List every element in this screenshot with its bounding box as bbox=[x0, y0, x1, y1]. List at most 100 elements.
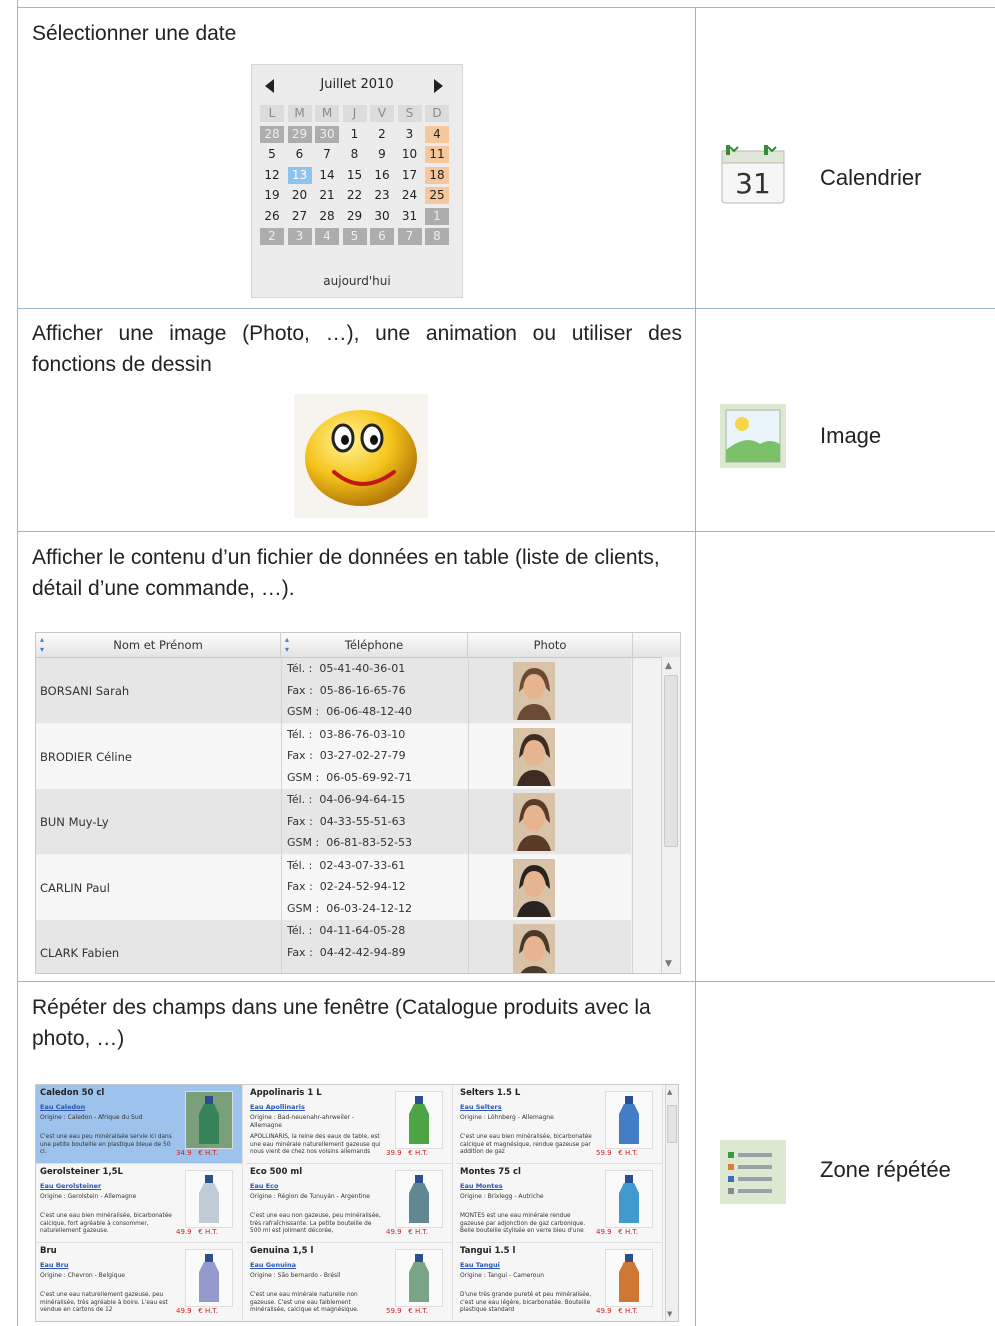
product-card[interactable]: Selters 1.5 L Eau Selters Origine : Löhnbe… bbox=[456, 1085, 663, 1164]
calendar-day[interactable]: 5 bbox=[342, 228, 367, 245]
calendar-day[interactable]: 29 bbox=[343, 208, 367, 225]
calendar-day[interactable]: 17 bbox=[398, 167, 422, 184]
product-brand-link[interactable]: Eau Tangui bbox=[460, 1261, 500, 1269]
column-header-photo[interactable]: Photo bbox=[468, 633, 633, 658]
calendar-day[interactable]: 9 bbox=[370, 146, 394, 163]
calendar-day[interactable]: 5 bbox=[260, 146, 284, 163]
calendar-day[interactable]: 1 bbox=[425, 207, 449, 225]
column-header-phone[interactable]: ▴ ▾ Téléphone bbox=[281, 633, 468, 658]
calendar-day[interactable]: 23 bbox=[370, 187, 394, 204]
calendar-day[interactable]: 11 bbox=[425, 146, 449, 163]
product-brand-link[interactable]: Eau Gerolsteiner bbox=[40, 1182, 101, 1190]
scroll-up-icon[interactable]: ▲ bbox=[665, 661, 672, 671]
calendar-day[interactable]: 30 bbox=[315, 125, 339, 143]
product-card[interactable]: Bru Eau Bru Origine : Chevron - Belgique C'… bbox=[36, 1243, 243, 1321]
customer-table: ▴ ▾ Nom et Prénom ▴ ▾ Téléphone Photo BORS… bbox=[35, 632, 681, 974]
calendar-day[interactable]: 29 bbox=[287, 125, 312, 143]
scroll-down-icon[interactable]: ▼ bbox=[665, 959, 672, 969]
product-brand-link[interactable]: Eau Selters bbox=[460, 1103, 502, 1111]
column-separator bbox=[632, 657, 633, 973]
sort-icon[interactable]: ▴ ▾ bbox=[40, 635, 44, 655]
calendar-day[interactable]: 30 bbox=[370, 208, 394, 225]
calendar-day[interactable]: 22 bbox=[343, 187, 367, 204]
today-button[interactable]: aujourd'hui bbox=[252, 274, 462, 288]
calendar-day[interactable]: 13 bbox=[287, 166, 312, 184]
product-description: D'une très grande pureté et peu minérali… bbox=[460, 1292, 592, 1313]
calendar-day[interactable]: 1 bbox=[343, 126, 367, 143]
column-header-name[interactable]: ▴ ▾ Nom et Prénom bbox=[36, 633, 281, 658]
next-month-icon[interactable] bbox=[434, 79, 443, 93]
calendar-icon-day: 31 bbox=[735, 167, 771, 200]
table-row[interactable]: CLARK Fabien Tél. : 04-11-64-05-28 Fax : 0… bbox=[36, 920, 631, 973]
calendar-day[interactable]: 10 bbox=[398, 146, 422, 163]
product-description: C'est une eau non gazeuse, peu minéralis… bbox=[250, 1213, 381, 1234]
calendar-day[interactable]: 20 bbox=[288, 187, 312, 204]
product-card[interactable]: Montes 75 cl Eau Montes Origine : Brixlegg… bbox=[456, 1164, 663, 1243]
product-card[interactable]: Caledon 50 cl Eau Caledon Origine : Caledo… bbox=[36, 1085, 243, 1164]
calendar-day[interactable]: 7 bbox=[315, 146, 339, 163]
calendar-day[interactable]: 4 bbox=[315, 228, 339, 245]
calendar-day[interactable]: 3 bbox=[398, 126, 422, 143]
calendar-day[interactable]: 19 bbox=[260, 187, 284, 204]
calendar-day[interactable]: 21 bbox=[315, 187, 339, 204]
calendar-day[interactable]: 26 bbox=[260, 208, 284, 225]
table-row[interactable]: BORSANI Sarah Tél. : 05-41-40-36-01 Fax : … bbox=[36, 658, 631, 723]
calendar-day[interactable]: 31 bbox=[398, 208, 422, 225]
product-card[interactable]: Eco 500 ml Eau Eco Origine : Région de Tun… bbox=[246, 1164, 453, 1243]
product-card[interactable]: Appolinaris 1 L Eau Apollinaris Origine : … bbox=[246, 1085, 453, 1164]
calendar-day[interactable]: 28 bbox=[315, 208, 339, 225]
catalog-scrollbar[interactable]: ▲ ▼ bbox=[665, 1085, 678, 1321]
calendar-day[interactable]: 16 bbox=[370, 167, 394, 184]
product-brand-link[interactable]: Eau Eco bbox=[250, 1182, 278, 1190]
product-brand-link[interactable]: Eau Genuina bbox=[250, 1261, 296, 1269]
scroll-down-icon[interactable]: ▼ bbox=[667, 1310, 672, 1318]
table-row[interactable]: BUN Muy-Ly Tél. : 04-06-94-64-15 Fax : 04-… bbox=[36, 789, 631, 854]
product-name: Montes 75 cl bbox=[460, 1167, 521, 1177]
sort-icon[interactable]: ▴ ▾ bbox=[285, 635, 289, 655]
table-scrollbar[interactable]: ▲ ▼ bbox=[661, 657, 680, 973]
customer-name: BORSANI Sarah bbox=[40, 684, 130, 698]
calendar-day[interactable]: 3 bbox=[287, 228, 312, 245]
scrollbar-thumb[interactable] bbox=[664, 675, 678, 847]
calendar-day-header: V bbox=[370, 105, 394, 122]
previous-month-icon[interactable] bbox=[265, 79, 274, 93]
calendar-day[interactable]: 27 bbox=[288, 208, 312, 225]
calendar-day[interactable]: 6 bbox=[288, 146, 312, 163]
calendar-day[interactable]: 7 bbox=[397, 228, 422, 245]
calendar-day[interactable]: 2 bbox=[260, 228, 284, 245]
calendar-day[interactable]: 4 bbox=[425, 125, 449, 143]
row-description: Afficher le contenu d’un fichier de donn… bbox=[32, 546, 660, 600]
calendar-day[interactable]: 14 bbox=[315, 167, 339, 184]
product-card[interactable]: Tangui 1.5 l Eau Tangui Origine : Tangui -… bbox=[456, 1243, 663, 1321]
calendar-day[interactable]: 12 bbox=[260, 167, 284, 184]
calendar-day[interactable]: 6 bbox=[370, 228, 394, 245]
calendar-day[interactable]: 2 bbox=[370, 126, 394, 143]
scrollbar-thumb[interactable] bbox=[667, 1105, 677, 1143]
column-divider bbox=[695, 982, 696, 1326]
column-divider bbox=[695, 308, 696, 531]
product-brand-link[interactable]: Eau Montes bbox=[460, 1182, 503, 1190]
product-description: C'est une eau minérale naturelle non gaz… bbox=[250, 1292, 359, 1313]
scroll-up-icon[interactable]: ▲ bbox=[667, 1088, 672, 1096]
calendar-day[interactable]: 18 bbox=[425, 166, 449, 184]
product-description: APOLLINARIS, la reine des eaux de table,… bbox=[250, 1134, 381, 1155]
product-brand-link[interactable]: Eau Apollinaris bbox=[250, 1103, 305, 1111]
calendar-day[interactable]: 8 bbox=[425, 228, 449, 245]
column-divider bbox=[695, 532, 696, 981]
product-card[interactable]: Gerolsteiner 1,5L Eau Gerolsteiner Origine… bbox=[36, 1164, 243, 1243]
product-brand-link[interactable]: Eau Bru bbox=[40, 1261, 69, 1269]
phone-number: Tél. : 03-86-76-03-10 bbox=[287, 727, 406, 741]
calendar-day[interactable]: 25 bbox=[425, 187, 449, 204]
calendar-header: Juillet 2010 bbox=[252, 73, 462, 99]
calendar-day[interactable]: 24 bbox=[398, 187, 422, 204]
calendar-day-header: L bbox=[260, 105, 284, 122]
customer-name: BRODIER Céline bbox=[40, 749, 132, 764]
calendar-day[interactable]: 8 bbox=[343, 146, 367, 163]
table-row[interactable]: CARLIN Paul Tél. : 02-43-07-33-61 Fax : 02… bbox=[36, 854, 631, 920]
calendar-day[interactable]: 15 bbox=[343, 167, 367, 184]
calendar-day[interactable]: 28 bbox=[260, 125, 284, 143]
product-origin: Origine : Gerolstein - Allemagne bbox=[40, 1193, 137, 1200]
product-card[interactable]: Genuina 1,5 l Eau Genuina Origine : São be… bbox=[246, 1243, 453, 1321]
table-row[interactable]: BRODIER Céline Tél. : 03-86-76-03-10 Fax :… bbox=[36, 723, 631, 789]
product-brand-link[interactable]: Eau Caledon bbox=[40, 1103, 85, 1111]
